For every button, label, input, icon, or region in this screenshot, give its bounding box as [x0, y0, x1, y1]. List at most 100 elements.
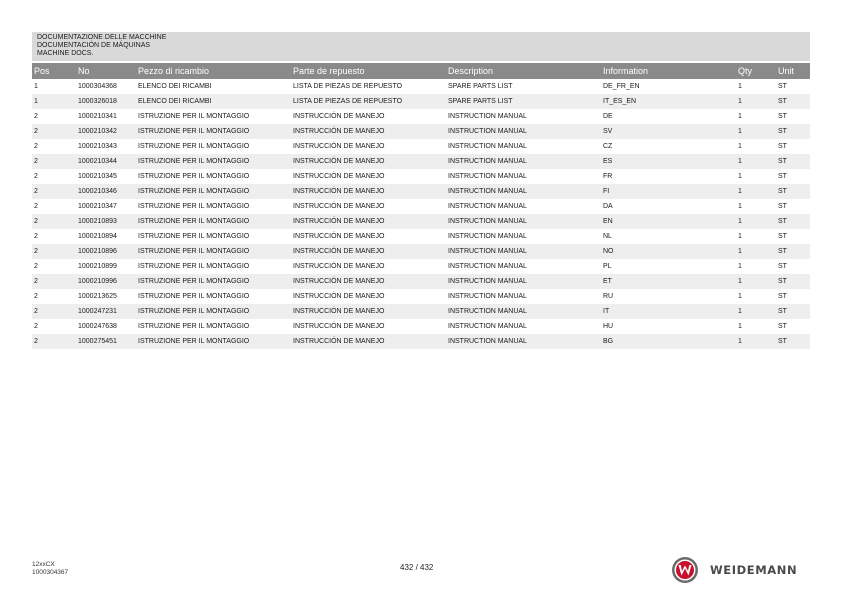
- cell-pezzo: ELENCO DEI RICAMBI: [138, 83, 212, 90]
- cell-unit: ST: [776, 214, 810, 229]
- title-line-es: DOCUMENTACIÓN DE MÁQUINAS: [37, 42, 151, 49]
- column-header-unit: Unit: [776, 63, 810, 79]
- cell-qty: 1: [736, 94, 776, 109]
- cell-description: SPARE PARTS LIST: [446, 94, 601, 109]
- cell-parte: INSTRUCCIÓN DE MANEJO: [291, 334, 446, 349]
- cell-pezzo: ISTRUZIONE PER IL MONTAGGIO: [136, 274, 291, 289]
- table-row: 2 1000275451 ISTRUZIONE PER IL MONTAGGIO IN…: [32, 334, 810, 349]
- cell-no: 1000210893: [76, 214, 136, 229]
- cell-description: INSTRUCTION MANUAL: [446, 244, 601, 259]
- document-number: 1000304367: [32, 568, 69, 576]
- cell-qty: 1: [738, 113, 742, 120]
- table-row: 1 1000326018 ELENCO DEI RICAMBI LISTA DE PI…: [32, 94, 810, 109]
- cell-qty: 1: [738, 173, 742, 180]
- cell-qty: 1: [738, 83, 742, 90]
- cell-information: EN: [601, 214, 736, 229]
- cell-pezzo: ISTRUZIONE PER IL MONTAGGIO: [136, 124, 291, 139]
- title-line-it: DOCUMENTAZIONE DELLE MACCHINE: [37, 34, 167, 41]
- cell-parte: LISTA DE PIEZAS DE REPUESTO: [293, 83, 403, 90]
- cell-description: INSTRUCTION MANUAL: [446, 184, 601, 199]
- cell-pos: 2: [34, 233, 38, 240]
- cell-unit: ST: [778, 173, 787, 180]
- table-row: 2 1000210344 ISTRUZIONE PER IL MONTAGGIO IN…: [32, 154, 810, 169]
- cell-unit: ST: [778, 203, 787, 210]
- table-row: 2 1000247638 ISTRUZIONE PER IL MONTAGGIO IN…: [32, 319, 810, 334]
- table-row: 2 1000210341 ISTRUZIONE PER IL MONTAGGIO IN…: [32, 109, 810, 124]
- cell-unit: ST: [778, 263, 787, 270]
- cell-pezzo: ELENCO DEI RICAMBI: [136, 94, 291, 109]
- cell-information: ET: [601, 274, 736, 289]
- cell-qty: 1: [738, 293, 742, 300]
- cell-pezzo: ISTRUZIONE PER IL MONTAGGIO: [138, 113, 250, 120]
- table-row: 2 1000247231 ISTRUZIONE PER IL MONTAGGIO IN…: [32, 304, 810, 319]
- cell-information: DA: [603, 203, 613, 210]
- cell-pezzo: ISTRUZIONE PER IL MONTAGGIO: [138, 203, 250, 210]
- cell-description: INSTRUCTION MANUAL: [448, 263, 527, 270]
- cell-unit: ST: [778, 143, 787, 150]
- cell-pezzo: ISTRUZIONE PER IL MONTAGGIO: [136, 184, 291, 199]
- cell-parte: INSTRUCCIÓN DE MANEJO: [293, 323, 385, 330]
- cell-unit: ST: [776, 334, 810, 349]
- cell-qty: 1: [738, 323, 742, 330]
- cell-parte: INSTRUCCIÓN DE MANEJO: [293, 143, 385, 150]
- cell-qty: 1: [736, 154, 776, 169]
- cell-pezzo: ISTRUZIONE PER IL MONTAGGIO: [138, 323, 250, 330]
- cell-description: INSTRUCTION MANUAL: [448, 143, 527, 150]
- table-row: 2 1000210893 ISTRUZIONE PER IL MONTAGGIO IN…: [32, 214, 810, 229]
- cell-unit: ST: [776, 184, 810, 199]
- table-row: 2 1000210343 ISTRUZIONE PER IL MONTAGGIO IN…: [32, 139, 810, 154]
- cell-no: 1000326018: [76, 94, 136, 109]
- cell-unit: ST: [778, 113, 787, 120]
- cell-pos: 2: [32, 184, 76, 199]
- cell-pos: 2: [32, 244, 76, 259]
- cell-unit: ST: [776, 244, 810, 259]
- cell-description: INSTRUCTION MANUAL: [448, 113, 527, 120]
- cell-information: NO: [601, 244, 736, 259]
- cell-pos: 1: [34, 83, 38, 90]
- cell-description: INSTRUCTION MANUAL: [446, 274, 601, 289]
- cell-no: 1000247638: [78, 323, 117, 330]
- cell-pos: 2: [34, 293, 38, 300]
- parts-table: Pos No Pezzo di ricambio Parte de repuesto D…: [32, 63, 810, 349]
- table-row: 2 1000210896 ISTRUZIONE PER IL MONTAGGIO IN…: [32, 244, 810, 259]
- cell-description: INSTRUCTION MANUAL: [448, 323, 527, 330]
- cell-pos: 2: [34, 113, 38, 120]
- model-code: 12xxCX: [32, 561, 55, 568]
- cell-pos: 2: [32, 334, 76, 349]
- cell-unit: ST: [778, 293, 787, 300]
- cell-information: IT_ES_EN: [601, 94, 736, 109]
- cell-no: 1000210896: [76, 244, 136, 259]
- cell-no: 1000210343: [78, 143, 117, 150]
- table-row: 2 1000210345 ISTRUZIONE PER IL MONTAGGIO IN…: [32, 169, 810, 184]
- cell-parte: INSTRUCCIÓN DE MANEJO: [293, 203, 385, 210]
- cell-unit: ST: [776, 274, 810, 289]
- cell-parte: INSTRUCCIÓN DE MANEJO: [291, 154, 446, 169]
- table-row: 2 1000210996 ISTRUZIONE PER IL MONTAGGIO IN…: [32, 274, 810, 289]
- cell-unit: ST: [778, 233, 787, 240]
- footer-doc-info: 12xxCX 1000304367: [32, 561, 68, 576]
- cell-pos: 2: [32, 274, 76, 289]
- cell-parte: INSTRUCCIÓN DE MANEJO: [291, 124, 446, 139]
- cell-no: 1000304368: [78, 83, 117, 90]
- cell-description: INSTRUCTION MANUAL: [446, 304, 601, 319]
- cell-parte: INSTRUCCIÓN DE MANEJO: [291, 274, 446, 289]
- cell-qty: 1: [736, 304, 776, 319]
- cell-no: 1000210345: [78, 173, 117, 180]
- cell-description: INSTRUCTION MANUAL: [448, 203, 527, 210]
- column-header-pezzo: Pezzo di ricambio: [136, 63, 291, 79]
- cell-pos: 2: [34, 263, 38, 270]
- cell-no: 1000210346: [76, 184, 136, 199]
- brand-name: WEIDEMANN: [710, 563, 798, 577]
- cell-description: INSTRUCTION MANUAL: [448, 173, 527, 180]
- table-row: 2 1000210894 ISTRUZIONE PER IL MONTAGGIO IN…: [32, 229, 810, 244]
- cell-unit: ST: [776, 304, 810, 319]
- cell-unit: ST: [776, 124, 810, 139]
- table-row: 2 1000210899 ISTRUZIONE PER IL MONTAGGIO IN…: [32, 259, 810, 274]
- cell-pos: 2: [34, 203, 38, 210]
- cell-qty: 1: [738, 233, 742, 240]
- cell-qty: 1: [736, 274, 776, 289]
- cell-information: FI: [601, 184, 736, 199]
- cell-description: INSTRUCTION MANUAL: [448, 293, 527, 300]
- cell-no: 1000213625: [78, 293, 117, 300]
- column-header-parte: Parte de repuesto: [291, 63, 446, 79]
